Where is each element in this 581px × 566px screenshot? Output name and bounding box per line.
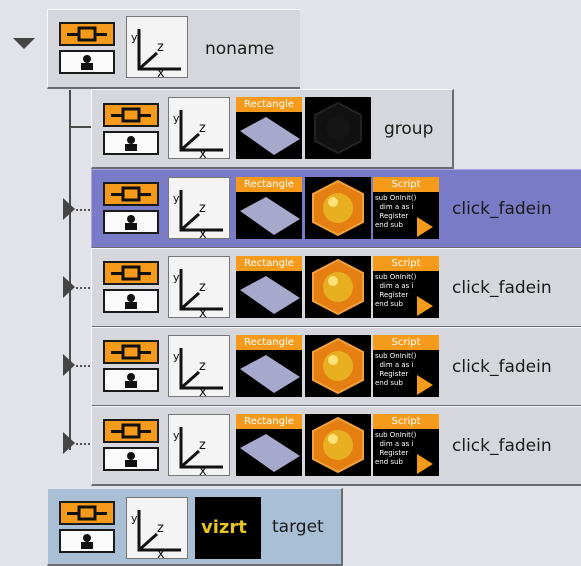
expand-arrow-icon[interactable] [63, 432, 75, 454]
material-thumbnail[interactable] [305, 414, 371, 476]
eye-icon[interactable] [59, 501, 115, 525]
transform-axis-icon[interactable]: y zx [168, 414, 230, 479]
script-thumbnail[interactable]: Script sub OnInit() dim a as i Register … [373, 177, 439, 239]
svg-text:z: z [199, 280, 206, 295]
node-label: noname [205, 38, 275, 59]
expand-arrow-icon[interactable] [63, 198, 75, 220]
svg-text:x: x [199, 306, 207, 317]
visibility-toggle[interactable] [101, 417, 163, 473]
rectangle-geometry-thumbnail[interactable]: Rectangle [236, 414, 302, 476]
tree-connector [69, 90, 71, 450]
visibility-toggle[interactable] [101, 338, 163, 394]
transform-axis-icon[interactable]: y zx [168, 177, 230, 242]
transform-axis-icon[interactable]: y zx [168, 335, 230, 400]
rectangle-geometry-thumbnail[interactable]: Rectangle [236, 177, 302, 239]
svg-text:x: x [199, 147, 207, 158]
script-thumbnail[interactable]: Script sub OnInit() dim a as i Register … [373, 414, 439, 476]
eye-icon[interactable] [103, 182, 159, 206]
svg-text:x: x [199, 464, 207, 475]
visibility-toggle[interactable] [101, 101, 163, 157]
lock-icon[interactable] [103, 210, 159, 234]
tree-connector [69, 126, 93, 128]
svg-text:y: y [173, 429, 180, 442]
node-label: click_fadein [452, 277, 552, 298]
svg-text:x: x [157, 547, 165, 558]
tree-row-click-fadein[interactable]: y zx Rectangle Script sub OnInit() dim a … [91, 169, 581, 249]
axis-label-x: x [157, 66, 165, 77]
tree-row-click-fadein[interactable]: y zx Rectangle Script sub OnInit() dim a … [91, 406, 581, 486]
svg-text:y: y [173, 192, 180, 205]
rectangle-geometry-thumbnail[interactable]: Rectangle [236, 335, 302, 397]
node-label: group [384, 118, 434, 139]
node-label: click_fadein [452, 435, 552, 456]
transform-axis-icon[interactable]: y z x [126, 16, 188, 81]
lock-icon[interactable] [103, 289, 159, 313]
svg-text:x: x [199, 385, 207, 396]
tree-row-target[interactable]: y zx vizrt target [47, 488, 343, 566]
tree-row-group[interactable]: y zx Rectangle group [91, 89, 454, 169]
eye-icon[interactable] [103, 340, 159, 364]
visibility-toggle[interactable] [101, 259, 163, 315]
rectangle-geometry-thumbnail[interactable]: Rectangle [236, 256, 302, 318]
lock-icon[interactable] [103, 447, 159, 471]
lock-icon[interactable] [59, 529, 115, 553]
expand-arrow-icon[interactable] [63, 354, 75, 376]
tree-row-click-fadein[interactable]: y zx Rectangle Script sub OnInit() dim a … [91, 327, 581, 407]
eye-icon[interactable] [59, 22, 115, 46]
tree-row-click-fadein[interactable]: y zx Rectangle Script sub OnInit() dim a … [91, 248, 581, 328]
material-thumbnail[interactable] [305, 256, 371, 318]
svg-text:z: z [199, 201, 206, 216]
svg-text:y: y [173, 350, 180, 363]
lock-icon[interactable] [103, 368, 159, 392]
visibility-toggle[interactable] [101, 180, 163, 236]
eye-icon[interactable] [103, 419, 159, 443]
svg-text:y: y [131, 512, 138, 525]
eye-icon[interactable] [103, 261, 159, 285]
node-label: target [272, 516, 324, 537]
svg-text:z: z [199, 359, 206, 374]
vizrt-logo-icon: vizrt [201, 517, 247, 538]
material-thumbnail[interactable] [305, 97, 371, 159]
transform-axis-icon[interactable]: y zx [168, 97, 230, 162]
visibility-toggle[interactable] [57, 499, 119, 555]
eye-icon[interactable] [103, 103, 159, 127]
material-thumbnail[interactable] [305, 177, 371, 239]
expand-arrow-icon[interactable] [63, 276, 75, 298]
vizrt-logo-thumbnail[interactable]: vizrt [195, 497, 261, 559]
svg-text:z: z [157, 521, 164, 536]
tree-row-noname[interactable]: y z x noname [47, 9, 300, 89]
svg-text:z: z [199, 438, 206, 453]
lock-icon[interactable] [103, 131, 159, 155]
svg-text:y: y [173, 112, 180, 125]
material-thumbnail[interactable] [305, 335, 371, 397]
axis-label-z: z [157, 40, 164, 55]
transform-axis-icon[interactable]: y zx [168, 256, 230, 321]
node-label: click_fadein [452, 356, 552, 377]
svg-text:z: z [199, 121, 206, 136]
axis-label-y: y [131, 31, 138, 44]
svg-text:x: x [199, 227, 207, 238]
collapse-arrow-icon[interactable] [13, 38, 35, 49]
rectangle-geometry-thumbnail[interactable]: Rectangle [236, 97, 302, 159]
visibility-toggle[interactable] [57, 20, 119, 76]
node-label: click_fadein [452, 198, 552, 219]
script-thumbnail[interactable]: Script sub OnInit() dim a as i Register … [373, 335, 439, 397]
transform-axis-icon[interactable]: y zx [126, 497, 188, 562]
lock-icon[interactable] [59, 50, 115, 74]
script-thumbnail[interactable]: Script sub OnInit() dim a as i Register … [373, 256, 439, 318]
svg-text:y: y [173, 271, 180, 284]
